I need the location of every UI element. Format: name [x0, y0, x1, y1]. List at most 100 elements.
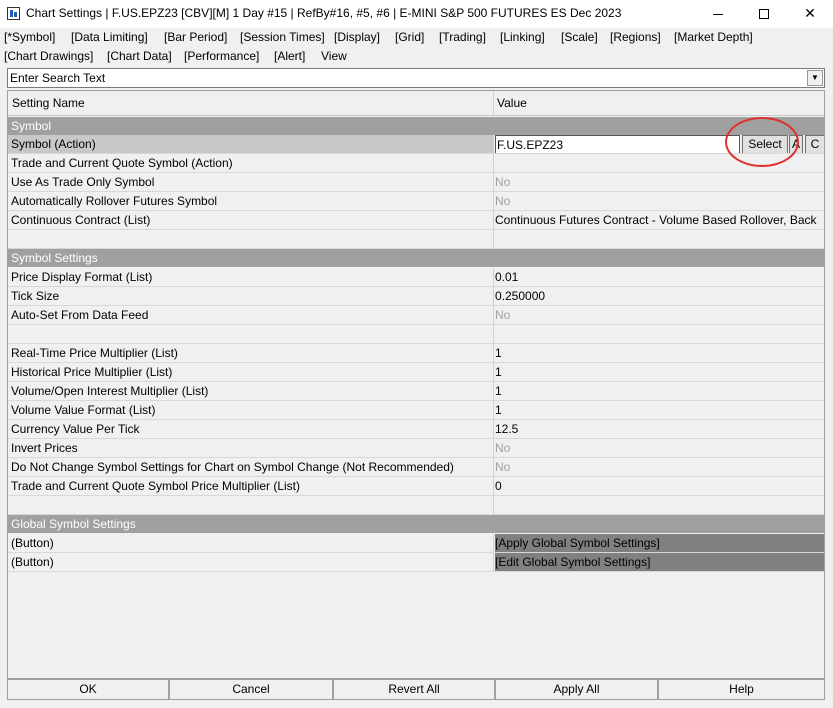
- setting-value[interactable]: No: [495, 458, 824, 476]
- tab-regions[interactable]: [Regions]: [610, 30, 661, 44]
- search-combo: ▼: [7, 68, 825, 88]
- section-header-global-symbol-settings: Global Symbol Settings: [8, 515, 824, 533]
- help-button[interactable]: Help: [658, 679, 825, 700]
- setting-value[interactable]: 0.250000: [495, 287, 824, 305]
- table-row-blank: [8, 230, 824, 249]
- chart-app-icon: [7, 7, 20, 20]
- setting-name: Volume/Open Interest Multiplier (List): [8, 382, 494, 400]
- table-row-blank: [8, 325, 824, 344]
- revert-all-button[interactable]: Revert All: [333, 679, 495, 700]
- table-row-auto-set[interactable]: Auto-Set From Data Feed No: [8, 306, 824, 325]
- table-row-edit-global[interactable]: (Button) [Edit Global Symbol Settings]: [8, 553, 824, 572]
- setting-name: Symbol (Action): [8, 135, 494, 153]
- setting-value[interactable]: 1: [495, 401, 824, 419]
- setting-name: (Button): [8, 553, 494, 571]
- setting-value[interactable]: 1: [495, 344, 824, 362]
- tab-scale[interactable]: [Scale]: [561, 30, 598, 44]
- setting-value[interactable]: No: [495, 173, 824, 191]
- tab-bar-period[interactable]: [Bar Period]: [164, 30, 227, 44]
- tab-alert[interactable]: [Alert]: [274, 49, 305, 63]
- tab-trading[interactable]: [Trading]: [439, 30, 486, 44]
- table-row-continuous-contract[interactable]: Continuous Contract (List) Continuous Fu…: [8, 211, 824, 230]
- table-row-trade-quote-symbol[interactable]: Trade and Current Quote Symbol (Action): [8, 154, 824, 173]
- tab-market-depth[interactable]: [Market Depth]: [674, 30, 753, 44]
- setting-value: Select A C: [495, 135, 824, 153]
- setting-name: Volume Value Format (List): [8, 401, 494, 419]
- setting-value[interactable]: No: [495, 306, 824, 324]
- dialog-button-bar: OK Cancel Revert All Apply All Help: [7, 679, 825, 700]
- table-row-vol-oi-multiplier[interactable]: Volume/Open Interest Multiplier (List) 1: [8, 382, 824, 401]
- grid-header: Setting Name Value: [8, 91, 824, 116]
- setting-value[interactable]: 1: [495, 363, 824, 381]
- cancel-button[interactable]: Cancel: [169, 679, 333, 700]
- setting-value[interactable]: Continuous Futures Contract - Volume Bas…: [495, 211, 824, 229]
- tab-chart-drawings[interactable]: [Chart Drawings]: [4, 49, 93, 63]
- setting-value[interactable]: [495, 154, 824, 172]
- setting-name: Trade and Current Quote Symbol Price Mul…: [8, 477, 494, 495]
- tab-grid[interactable]: [Grid]: [395, 30, 424, 44]
- setting-name: Tick Size: [8, 287, 494, 305]
- tab-performance[interactable]: [Performance]: [184, 49, 259, 63]
- tab-symbol[interactable]: [*Symbol]: [4, 30, 55, 44]
- setting-name: Historical Price Multiplier (List): [8, 363, 494, 381]
- column-header-value[interactable]: Value: [495, 91, 527, 115]
- setting-name: (Button): [8, 534, 494, 552]
- close-button[interactable]: ✕: [787, 0, 833, 28]
- table-row-vol-value-format[interactable]: Volume Value Format (List) 1: [8, 401, 824, 420]
- maximize-button[interactable]: [741, 0, 787, 28]
- table-row-rt-price-multiplier[interactable]: Real-Time Price Multiplier (List) 1: [8, 344, 824, 363]
- setting-value[interactable]: 0.01: [495, 268, 824, 286]
- minimize-button[interactable]: [695, 0, 741, 28]
- apply-global-settings-button[interactable]: [Apply Global Symbol Settings]: [495, 534, 824, 552]
- table-row-trade-only[interactable]: Use As Trade Only Symbol No: [8, 173, 824, 192]
- tab-display[interactable]: [Display]: [334, 30, 380, 44]
- search-input[interactable]: [10, 70, 800, 86]
- setting-name: [8, 230, 494, 248]
- table-row-invert-prices[interactable]: Invert Prices No: [8, 439, 824, 458]
- ok-button[interactable]: OK: [7, 679, 169, 700]
- table-row-currency-per-tick[interactable]: Currency Value Per Tick 12.5: [8, 420, 824, 439]
- section-header-symbol: Symbol: [8, 117, 824, 135]
- tab-view[interactable]: View: [321, 49, 347, 63]
- tab-chart-data[interactable]: [Chart Data]: [107, 49, 172, 63]
- tab-linking[interactable]: [Linking]: [500, 30, 545, 44]
- setting-value: [495, 496, 824, 514]
- minimize-icon: [713, 13, 723, 15]
- table-row-apply-global[interactable]: (Button) [Apply Global Symbol Settings]: [8, 534, 824, 553]
- tab-session-times[interactable]: [Session Times]: [240, 30, 325, 44]
- setting-value: [495, 325, 824, 343]
- setting-value: [495, 230, 824, 248]
- table-row-tick-size[interactable]: Tick Size 0.250000: [8, 287, 824, 306]
- table-row-symbol-action[interactable]: Symbol (Action) Select A C: [8, 135, 824, 154]
- symbol-input[interactable]: [495, 135, 740, 153]
- table-row-auto-rollover[interactable]: Automatically Rollover Futures Symbol No: [8, 192, 824, 211]
- a-button[interactable]: A: [789, 135, 803, 153]
- table-row-price-format[interactable]: Price Display Format (List) 0.01: [8, 268, 824, 287]
- edit-global-settings-button[interactable]: [Edit Global Symbol Settings]: [495, 553, 824, 571]
- tab-data-limiting[interactable]: [Data Limiting]: [71, 30, 148, 44]
- maximize-icon: [759, 9, 769, 20]
- setting-value[interactable]: 1: [495, 382, 824, 400]
- table-row-no-change-on-symbol[interactable]: Do Not Change Symbol Settings for Chart …: [8, 458, 824, 477]
- close-icon: ✕: [804, 5, 816, 21]
- window-title: Chart Settings | F.US.EPZ23 [CBV][M] 1 D…: [26, 6, 622, 20]
- setting-value[interactable]: No: [495, 439, 824, 457]
- setting-value[interactable]: 12.5: [495, 420, 824, 438]
- table-row-tq-price-multiplier[interactable]: Trade and Current Quote Symbol Price Mul…: [8, 477, 824, 496]
- apply-all-button[interactable]: Apply All: [495, 679, 658, 700]
- setting-value[interactable]: No: [495, 192, 824, 210]
- c-button[interactable]: C: [805, 135, 824, 153]
- setting-value[interactable]: 0: [495, 477, 824, 495]
- table-row-hist-price-multiplier[interactable]: Historical Price Multiplier (List) 1: [8, 363, 824, 382]
- setting-name: Currency Value Per Tick: [8, 420, 494, 438]
- column-header-setting-name[interactable]: Setting Name: [8, 91, 494, 115]
- settings-grid: Setting Name Value Symbol Symbol (Action…: [7, 90, 825, 679]
- setting-name: Invert Prices: [8, 439, 494, 457]
- select-symbol-button[interactable]: Select: [742, 135, 788, 153]
- table-row-blank: [8, 496, 824, 515]
- setting-name: Real-Time Price Multiplier (List): [8, 344, 494, 362]
- setting-name: [8, 325, 494, 343]
- chevron-down-icon[interactable]: ▼: [807, 70, 823, 86]
- section-header-symbol-settings: Symbol Settings: [8, 249, 824, 267]
- setting-name: Continuous Contract (List): [8, 211, 494, 229]
